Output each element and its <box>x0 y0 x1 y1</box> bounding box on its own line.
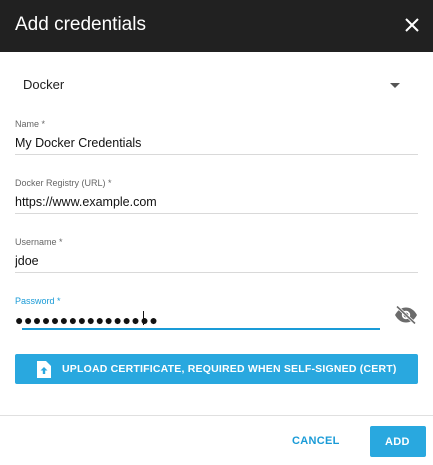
name-underline <box>15 154 418 155</box>
add-credentials-dialog: Add credentials Docker Name * Docker Reg… <box>0 0 433 465</box>
credential-type-value: Docker <box>23 77 65 92</box>
dropdown-caret-icon <box>390 83 400 88</box>
username-label: Username * <box>15 237 63 247</box>
upload-certificate-label: UPLOAD CERTIFICATE, REQUIRED WHEN SELF-S… <box>62 363 397 375</box>
password-underline <box>22 328 380 330</box>
name-input[interactable] <box>15 133 418 153</box>
add-label: ADD <box>385 436 410 448</box>
text-cursor <box>143 311 144 325</box>
credential-type-select[interactable]: Docker <box>15 70 418 100</box>
registry-input[interactable] <box>15 192 418 212</box>
close-icon[interactable] <box>402 15 422 35</box>
dialog-header: Add credentials <box>0 0 433 52</box>
dialog-title: Add credentials <box>15 14 146 35</box>
registry-label: Docker Registry (URL) * <box>15 178 112 188</box>
footer-divider <box>0 415 433 416</box>
password-input[interactable] <box>15 310 381 330</box>
visibility-off-icon[interactable] <box>394 305 418 325</box>
cancel-label: CANCEL <box>292 435 340 447</box>
password-label: Password * <box>15 296 61 306</box>
username-input[interactable] <box>15 251 418 271</box>
cancel-button[interactable]: CANCEL <box>282 426 348 456</box>
add-button[interactable]: ADD <box>370 426 426 457</box>
username-underline <box>15 272 418 273</box>
name-label: Name * <box>15 119 46 129</box>
upload-certificate-button[interactable]: UPLOAD CERTIFICATE, REQUIRED WHEN SELF-S… <box>15 354 418 384</box>
file-upload-icon <box>37 361 51 378</box>
registry-underline <box>15 213 418 214</box>
